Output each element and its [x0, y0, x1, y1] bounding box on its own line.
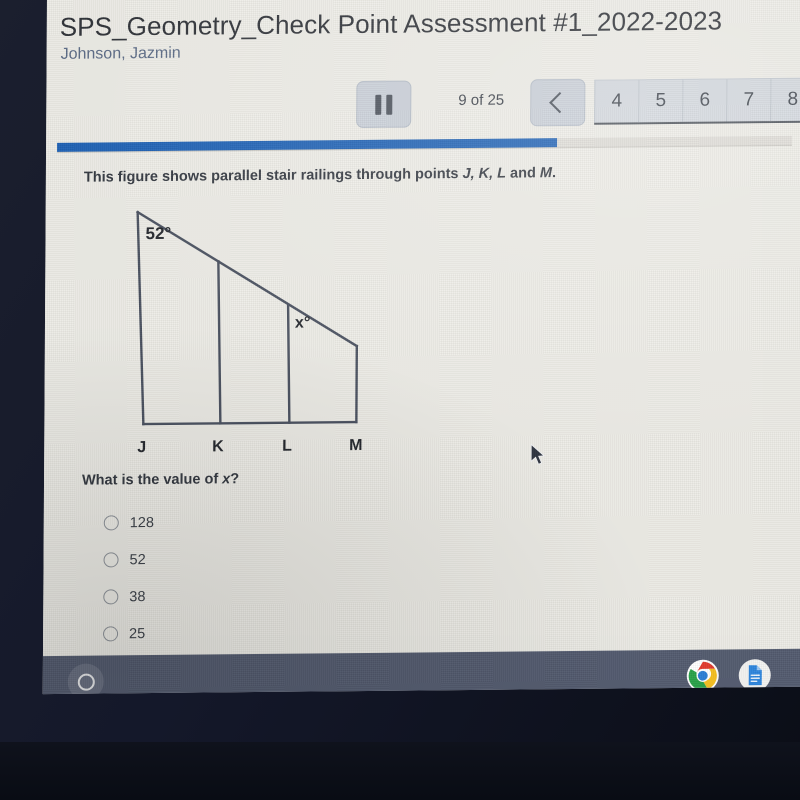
railing-J-line — [136, 210, 145, 426]
progress-bar — [57, 135, 793, 153]
pause-icon-bar-right — [386, 94, 393, 115]
question-stem: This figure shows parallel stair railing… — [84, 165, 556, 186]
answer-option-1-label: 128 — [129, 514, 155, 531]
answer-option-2[interactable]: 52 — [103, 541, 153, 578]
answer-option-3-label: 38 — [129, 588, 146, 605]
question-counter: 9 of 25 — [458, 91, 505, 110]
geometry-figure: 52° x° J K L M — [76, 192, 368, 460]
pause-icon-bar-left — [375, 94, 382, 115]
question-prompt: What is the value of x? — [82, 471, 239, 489]
chromeos-shelf — [42, 648, 800, 695]
laptop-base — [0, 742, 800, 800]
answer-option-4-label: 25 — [129, 625, 146, 642]
assessment-page: SPS_Geometry_Check Point Assessment #1_2… — [42, 0, 800, 657]
vertex-label-L: L — [282, 438, 292, 455]
answer-options: 128 52 38 25 — [103, 504, 154, 652]
laptop-photo-frame: SPS_Geometry_Check Point Assessment #1_2… — [0, 0, 800, 800]
question-prompt-suffix: ? — [230, 471, 240, 488]
question-prompt-prefix: What is the value of — [81, 471, 223, 489]
laptop-screen: SPS_Geometry_Check Point Assessment #1_2… — [42, 0, 800, 695]
student-name: Johnson, Jazmin — [60, 44, 181, 63]
answer-option-1[interactable]: 128 — [103, 504, 155, 541]
railing-K-line — [217, 260, 222, 425]
question-stem-points: J, K, L — [462, 165, 507, 183]
chevron-left-icon — [549, 91, 571, 114]
radio-button-icon[interactable] — [103, 515, 119, 531]
vertex-label-J: J — [137, 439, 146, 456]
angle-label-x: x° — [295, 314, 310, 331]
progress-bar-fill — [57, 138, 557, 152]
question-stem-join: and — [505, 165, 540, 182]
launcher-button[interactable] — [67, 663, 104, 695]
radio-button-icon[interactable] — [103, 589, 119, 605]
vertex-label-K: K — [212, 438, 224, 455]
railing-L-line — [286, 303, 291, 424]
pause-button[interactable] — [356, 80, 412, 129]
vertex-label-M: M — [349, 437, 362, 454]
assessment-toolbar: 9 of 25 4 5 6 7 8 — [46, 71, 800, 134]
radio-button-icon[interactable] — [103, 552, 119, 568]
question-stem-end: . — [551, 165, 557, 182]
launcher-icon — [77, 673, 95, 691]
answer-option-2-label: 52 — [129, 551, 146, 568]
page-title: SPS_Geometry_Check Point Assessment #1_2… — [59, 5, 723, 42]
previous-question-button[interactable] — [530, 78, 586, 127]
page-tab-1[interactable]: 4 — [594, 79, 639, 123]
answer-option-3[interactable]: 38 — [103, 578, 153, 615]
page-tab-2[interactable]: 5 — [638, 78, 683, 123]
answer-option-4[interactable]: 25 — [103, 615, 153, 652]
mouse-cursor — [530, 443, 548, 473]
page-tab-4[interactable]: 7 — [726, 78, 771, 122]
angle-label-52: 52° — [145, 224, 171, 243]
page-tab-3[interactable]: 6 — [682, 78, 727, 122]
question-stem-last-point: M — [539, 165, 553, 182]
page-number-tabs: 4 5 6 7 8 — [594, 77, 800, 125]
question-stem-prefix: This figure shows parallel stair railing… — [83, 166, 463, 186]
page-tab-5[interactable]: 8 — [770, 77, 800, 122]
radio-button-icon[interactable] — [103, 626, 119, 642]
base-line — [142, 420, 358, 426]
